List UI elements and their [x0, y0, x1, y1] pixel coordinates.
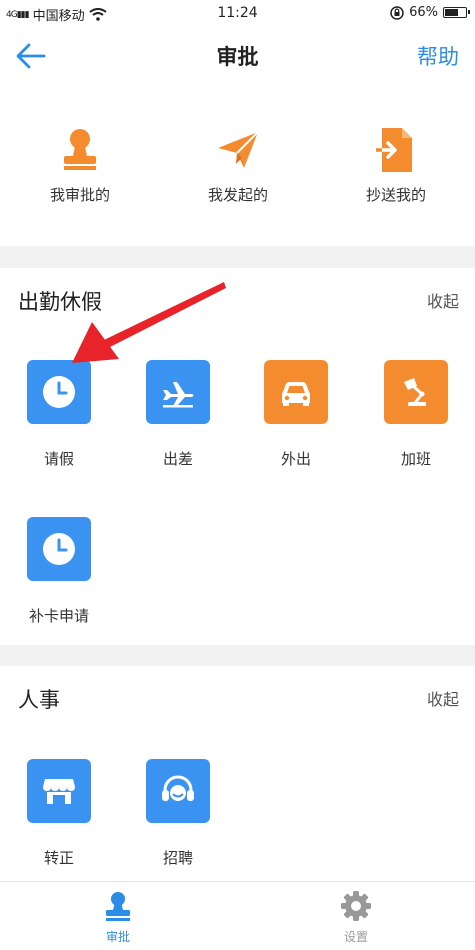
- tile-icon-bg: [264, 360, 328, 424]
- status-right: 66%: [390, 5, 470, 20]
- nav-settings[interactable]: 设置: [306, 890, 406, 945]
- quick-label: 我审批的: [49, 186, 110, 204]
- battery-percent: 66%: [409, 5, 438, 20]
- rotation-lock-icon: [390, 5, 404, 20]
- tile-label: 补卡申请: [28, 607, 89, 625]
- tile-clock-correction[interactable]: 补卡申请: [13, 517, 105, 626]
- clock-icon: [43, 376, 75, 408]
- desk-lamp-icon: [404, 378, 426, 406]
- tile-label: 外出: [280, 450, 311, 468]
- tile-label: 转正: [43, 849, 74, 867]
- tile-leave[interactable]: 请假: [13, 360, 105, 469]
- tile-icon-bg: [146, 759, 210, 823]
- quick-cc-me[interactable]: 抄送我的: [326, 126, 466, 205]
- stamp-icon: [64, 129, 96, 170]
- tile-label: 请假: [43, 450, 74, 468]
- storefront-icon: [43, 779, 75, 804]
- tile-overtime[interactable]: 加班: [370, 360, 462, 469]
- quick-label: 抄送我的: [365, 186, 426, 204]
- tile-icon-bg: [384, 360, 448, 424]
- quick-my-initiated[interactable]: 我发起的: [168, 126, 308, 205]
- tile-label: 出差: [162, 450, 193, 468]
- clock-icon: [43, 533, 75, 565]
- paper-plane-icon: [218, 131, 259, 168]
- nav-label: 设置: [343, 930, 368, 944]
- gear-icon: [341, 891, 371, 921]
- tile-label: 招聘: [162, 849, 193, 867]
- stamp-icon: [106, 892, 130, 921]
- tile-icon-bg: [27, 759, 91, 823]
- tile-business-trip[interactable]: 出差: [132, 360, 224, 469]
- quick-label: 我发起的: [207, 186, 268, 204]
- tile-label: 加班: [400, 450, 431, 468]
- quick-actions: 我审批的 我发起的 抄送我的: [0, 86, 475, 246]
- tile-recruitment[interactable]: 招聘: [132, 759, 224, 868]
- airplane-icon: [163, 382, 194, 408]
- collapse-button[interactable]: 收起: [427, 288, 459, 312]
- car-icon: [282, 382, 310, 406]
- help-button[interactable]: 帮助: [417, 41, 459, 71]
- app-header: 审批 帮助: [0, 26, 475, 86]
- quick-my-approvals[interactable]: 我审批的: [10, 126, 150, 205]
- tile-regularization[interactable]: 转正: [13, 759, 105, 868]
- tile-icon-bg: [27, 360, 91, 424]
- tile-icon-bg: [146, 360, 210, 424]
- page-title: 审批: [216, 45, 259, 69]
- tile-icon-bg: [27, 517, 91, 581]
- tile-go-out[interactable]: 外出: [250, 360, 342, 469]
- battery-icon: [443, 7, 470, 18]
- section-title: 人事: [18, 688, 60, 712]
- bottom-nav: 审批 设置: [0, 881, 475, 950]
- document-share-icon: [374, 128, 412, 172]
- section-attendance: 出勤休假 收起 请假 出差 外出 加班 补卡申请: [0, 268, 475, 645]
- section-hr: 人事 收起 转正 招聘: [0, 666, 475, 882]
- headset-icon: [162, 775, 194, 801]
- collapse-button[interactable]: 收起: [427, 686, 459, 710]
- nav-approval[interactable]: 审批: [68, 890, 168, 945]
- status-bar: 4G▮▮▮ 中国移动 11:24 66%: [0, 0, 475, 26]
- nav-label: 审批: [105, 930, 130, 944]
- back-arrow-icon[interactable]: [14, 40, 48, 72]
- section-title: 出勤休假: [18, 290, 102, 314]
